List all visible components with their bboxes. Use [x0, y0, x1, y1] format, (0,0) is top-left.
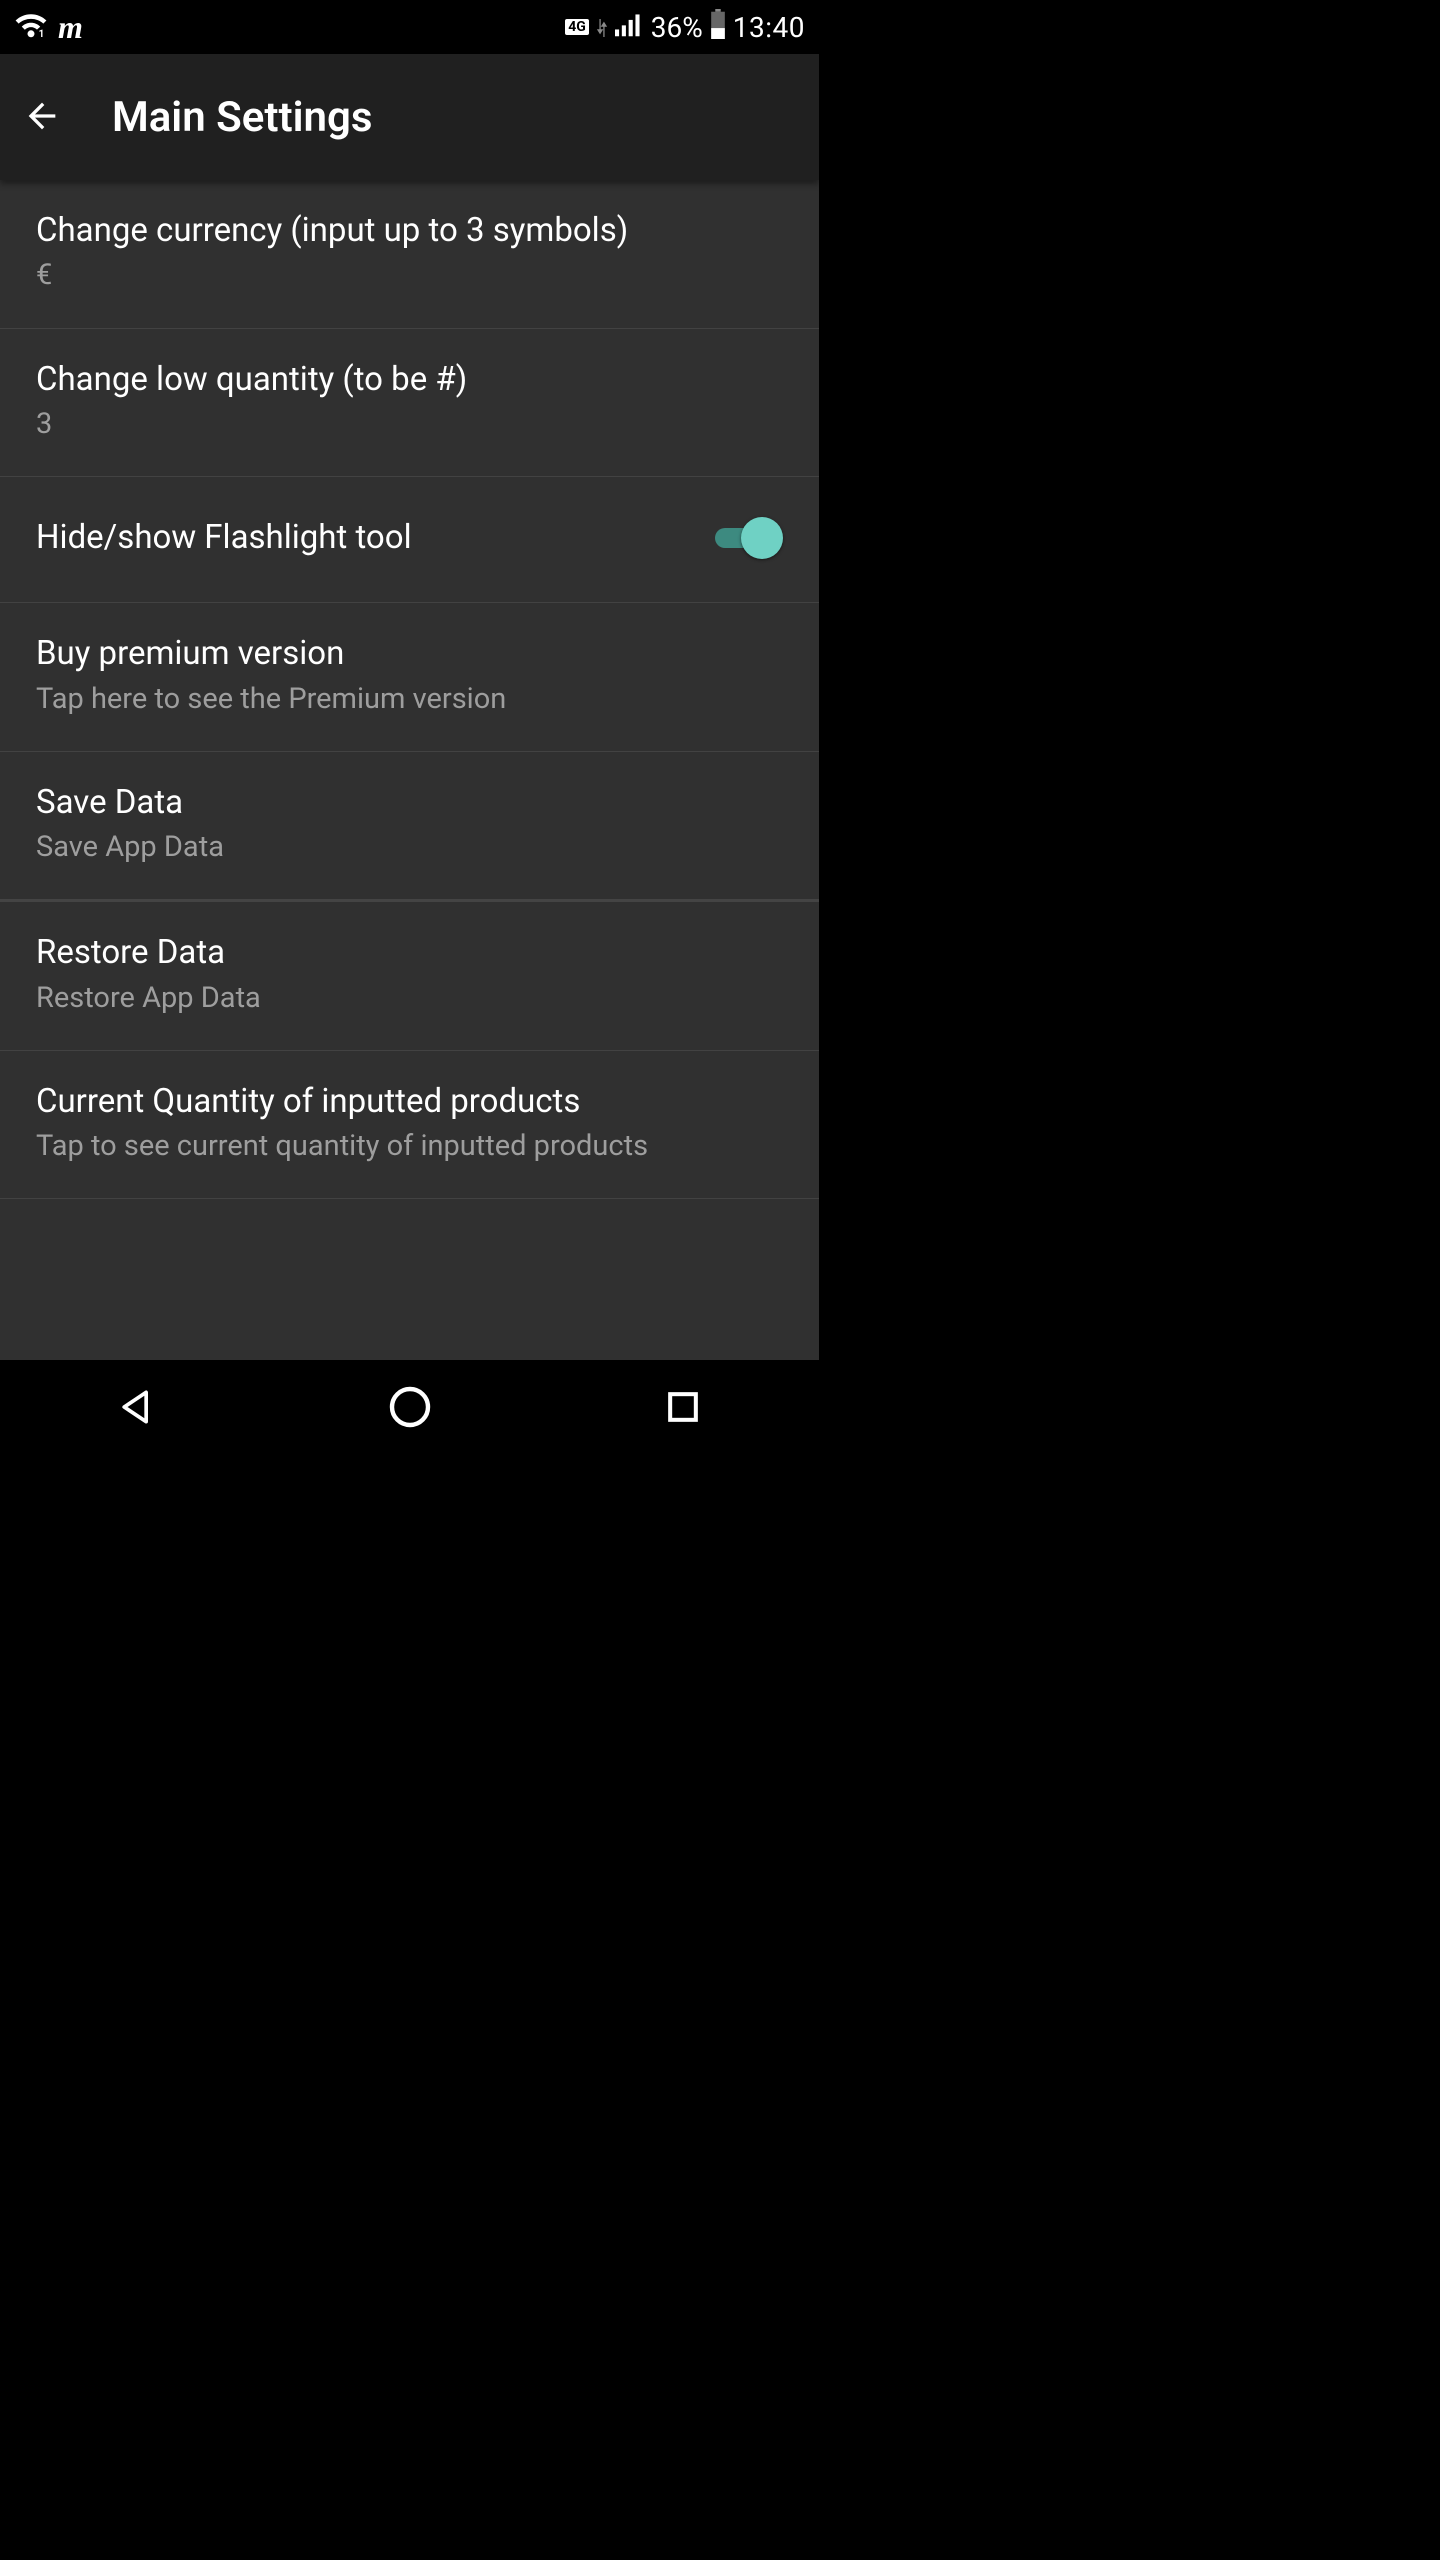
setting-flashlight-toggle[interactable]: Hide/show Flashlight tool [0, 477, 819, 603]
back-button[interactable] [18, 93, 66, 141]
setting-current-quantity[interactable]: Current Quantity of inputted products Ta… [0, 1051, 819, 1200]
setting-buy-premium[interactable]: Buy premium version Tap here to see the … [0, 603, 819, 752]
settings-list[interactable]: Change currency (input up to 3 symbols) … [0, 180, 819, 1360]
setting-title: Hide/show Flashlight tool [36, 507, 687, 568]
status-bar: 1 m 4G 36% 13:40 [0, 0, 819, 54]
nav-home-button[interactable] [350, 1360, 470, 1456]
setting-sub: Tap to see current quantity of inputted … [36, 1128, 783, 1164]
flashlight-switch[interactable] [711, 517, 783, 559]
setting-title: Buy premium version [36, 633, 783, 674]
clock: 13:40 [733, 11, 805, 44]
battery-percent: 36% [651, 11, 703, 44]
triangle-back-icon [115, 1385, 159, 1432]
data-arrows-icon [595, 11, 609, 44]
page-title: Main Settings [112, 93, 372, 142]
square-recent-icon [661, 1385, 705, 1432]
battery-icon [709, 9, 727, 46]
arrow-left-icon [22, 96, 62, 139]
setting-sub: Save App Data [36, 829, 783, 865]
setting-title: Restore Data [36, 932, 783, 973]
navigation-bar [0, 1360, 819, 1456]
nav-back-button[interactable] [77, 1360, 197, 1456]
app-bar: Main Settings [0, 54, 819, 180]
setting-value: 3 [36, 406, 783, 442]
list-bottom-spacer [0, 1199, 819, 1259]
setting-title: Change low quantity (to be #) [36, 359, 783, 400]
signal-icon [615, 11, 645, 44]
setting-change-currency[interactable]: Change currency (input up to 3 symbols) … [0, 180, 819, 329]
setting-sub: Tap here to see the Premium version [36, 681, 783, 717]
setting-title: Change currency (input up to 3 symbols) [36, 210, 783, 251]
setting-low-quantity[interactable]: Change low quantity (to be #) 3 [0, 329, 819, 478]
setting-title: Current Quantity of inputted products [36, 1081, 783, 1122]
switch-thumb [741, 517, 783, 559]
setting-value: € [36, 257, 783, 293]
setting-sub: Restore App Data [36, 980, 783, 1016]
svg-text:1: 1 [39, 29, 45, 38]
carrier-icon: m [58, 9, 83, 46]
wifi-icon: 1 [14, 10, 48, 45]
nav-recent-button[interactable] [623, 1360, 743, 1456]
circle-home-icon [386, 1383, 434, 1434]
setting-save-data[interactable]: Save Data Save App Data [0, 752, 819, 903]
setting-restore-data[interactable]: Restore Data Restore App Data [0, 902, 819, 1051]
setting-title: Save Data [36, 782, 783, 823]
network-type-badge: 4G [565, 19, 589, 35]
